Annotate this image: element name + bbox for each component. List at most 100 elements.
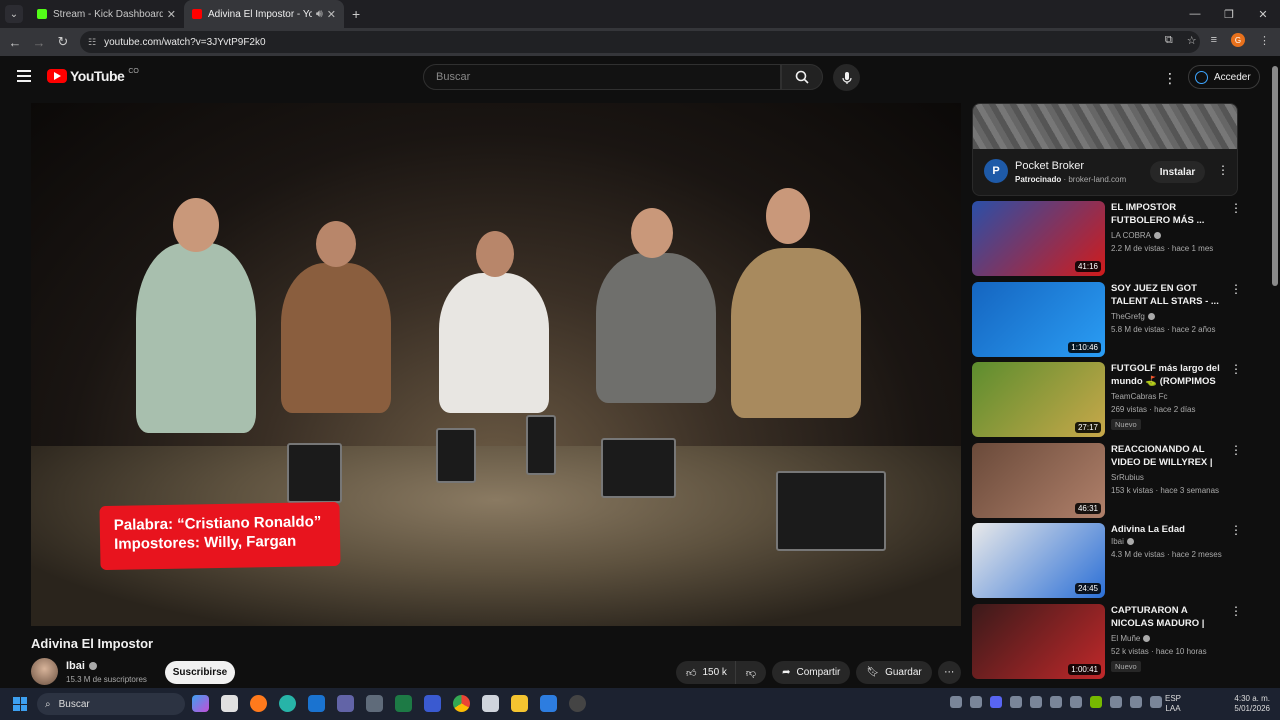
recommendation-item[interactable]: 46:31 REACCIONANDO AL VIDEO DE WILLYREX |… (972, 442, 1242, 519)
channel-avatar[interactable] (31, 658, 58, 685)
recommendation-channel[interactable]: TheGrefg (1111, 312, 1155, 321)
discord-icon[interactable] (990, 696, 1002, 708)
recommendation-title[interactable]: REACCIONANDO AL VIDEO DE WILLYREX | ... (1111, 443, 1221, 469)
edge-icon[interactable] (279, 695, 296, 712)
restore-icon[interactable]: ❐ (1212, 8, 1246, 21)
tray-icon[interactable] (970, 696, 982, 708)
recommendation-channel[interactable]: SrRubius (1111, 473, 1144, 482)
recommendation-menu-icon[interactable]: ⋮ (1230, 362, 1242, 376)
window-close-icon[interactable]: ✕ (1246, 8, 1280, 21)
excel-icon[interactable] (395, 695, 412, 712)
firefox-icon[interactable] (250, 695, 267, 712)
tab-close-icon[interactable]: ✕ (327, 8, 336, 21)
video-thumbnail[interactable]: 46:31 (972, 442, 1105, 518)
forward-icon[interactable]: → (27, 35, 51, 50)
search-button[interactable] (781, 64, 823, 90)
recommendation-title[interactable]: Adivina La Edad (1111, 523, 1221, 536)
file-explorer-icon[interactable] (511, 695, 528, 712)
recommendation-menu-icon[interactable]: ⋮ (1230, 523, 1242, 537)
video-thumbnail[interactable]: 1:00:41 (972, 603, 1105, 679)
browser-menu-icon[interactable]: ⋮ (1259, 34, 1270, 47)
obs-icon[interactable] (569, 695, 586, 712)
tray-icon[interactable] (1050, 696, 1062, 708)
tab-search-icon[interactable]: ⌄ (5, 5, 23, 23)
subscribe-button[interactable]: Suscribirse (165, 661, 235, 684)
profile-avatar[interactable]: G (1231, 33, 1245, 47)
ad-menu-icon[interactable]: ⋮ (1217, 163, 1229, 177)
reload-icon[interactable]: ↻ (51, 34, 75, 50)
scrollbar-thumb[interactable] (1272, 66, 1278, 286)
app-icon[interactable] (482, 695, 499, 712)
video-thumbnail[interactable]: 1:10:46 (972, 281, 1105, 357)
recommendation-item[interactable]: 27:17 FUTGOLF más largo del mundo ⛳ (ROMP… (972, 362, 1242, 438)
url-field[interactable]: ☷ youtube.com/watch?v=3JYvtP9F2k0 (80, 31, 1200, 53)
recommendation-item[interactable]: 24:45 Adivina La Edad Ibai 4.3 M de vistas … (972, 523, 1242, 599)
settings-menu-icon[interactable]: ⋮ (1163, 70, 1177, 87)
tray-icon[interactable] (1030, 696, 1042, 708)
new-tab-icon[interactable]: + (352, 6, 360, 22)
calculator-icon[interactable] (366, 695, 383, 712)
language-indicator[interactable]: ESP LAA (1165, 694, 1181, 714)
video-thumbnail[interactable]: 24:45 (972, 523, 1105, 598)
nvidia-icon[interactable] (1090, 696, 1102, 708)
tray-icon[interactable] (1070, 696, 1082, 708)
install-app-icon[interactable]: ⧉ (1165, 34, 1173, 47)
more-actions-button[interactable]: ⋯ (937, 661, 961, 684)
app-icon[interactable] (540, 695, 557, 712)
windows-start-icon[interactable] (13, 697, 27, 711)
app-icon[interactable] (424, 695, 441, 712)
minimize-icon[interactable]: — (1178, 8, 1212, 20)
recommendation-item[interactable]: 1:00:41 CAPTURARON A NICOLAS MADURO | Rec… (972, 603, 1242, 680)
tray-icon[interactable] (1010, 696, 1022, 708)
video-thumbnail[interactable]: 27:17 (972, 362, 1105, 437)
hamburger-menu-icon[interactable] (17, 70, 31, 85)
sign-in-button[interactable]: Acceder (1188, 65, 1260, 89)
chrome-icon[interactable] (453, 695, 470, 712)
site-info-icon[interactable]: ☷ (88, 37, 96, 48)
tab-kick-dashboard[interactable]: Stream - Kick Dashboard ✕ (29, 0, 184, 28)
recommendation-title[interactable]: SOY JUEZ EN GOT TALENT ALL STARS - ... (1111, 282, 1221, 308)
recommendation-title[interactable]: FUTGOLF más largo del mundo ⛳ (ROMPIMOS … (1111, 362, 1221, 388)
recommendation-menu-icon[interactable]: ⋮ (1230, 604, 1242, 618)
media-controls-icon[interactable]: ≡ (1211, 34, 1217, 46)
video-thumbnail[interactable]: 41:16 (972, 201, 1105, 276)
back-icon[interactable]: ← (3, 35, 27, 50)
recommendation-channel[interactable]: LA COBRA (1111, 231, 1162, 240)
taskbar-clock[interactable]: 4:30 a. m. 5/01/2026 (1228, 694, 1270, 714)
sponsored-ad-card[interactable]: P Pocket Broker Patrocinado · broker-lan… (972, 103, 1238, 196)
channel-name[interactable]: Ibai (66, 660, 97, 672)
tray-icon[interactable] (1110, 696, 1122, 708)
volume-icon[interactable] (1150, 696, 1162, 708)
dislike-button[interactable]: 👎︎ (734, 661, 767, 684)
tray-icon[interactable] (950, 696, 962, 708)
recommendation-channel[interactable]: El Muñe (1111, 634, 1151, 643)
recommendation-menu-icon[interactable]: ⋮ (1230, 443, 1242, 457)
recommendation-menu-icon[interactable]: ⋮ (1230, 282, 1242, 296)
recommendation-item[interactable]: 1:10:46 SOY JUEZ EN GOT TALENT ALL STARS … (972, 281, 1242, 358)
like-button[interactable]: 👍︎ 150 k (676, 661, 735, 684)
teams-icon[interactable] (337, 695, 354, 712)
share-button[interactable]: ➦ Compartir (772, 661, 851, 684)
voice-search-button[interactable] (833, 64, 860, 91)
page-scrollbar[interactable] (1270, 56, 1280, 688)
recommendation-channel[interactable]: Ibai (1111, 537, 1134, 546)
store-icon[interactable] (221, 695, 238, 712)
copilot-icon[interactable] (192, 695, 209, 712)
taskbar-search[interactable]: ⌕ Buscar (37, 693, 185, 715)
tab-youtube-video[interactable]: Adivina El Impostor - YouTube 🔊︎ ✕ (184, 0, 344, 28)
recommendation-title[interactable]: EL IMPOSTOR FUTBOLERO MÁS ... (1111, 201, 1221, 227)
search-input[interactable]: Buscar (423, 64, 781, 90)
video-player[interactable]: Palabra: “Cristiano Ronaldo” Impostores:… (31, 103, 961, 626)
recommendation-menu-icon[interactable]: ⋮ (1230, 201, 1242, 215)
speaker-icon[interactable]: 🔊︎ (316, 8, 323, 21)
recommendation-title[interactable]: CAPTURARON A NICOLAS MADURO | Recuento, … (1111, 604, 1221, 630)
youtube-logo[interactable]: YouTube CO (47, 68, 139, 84)
outlook-icon[interactable] (308, 695, 325, 712)
tab-close-icon[interactable]: ✕ (167, 8, 176, 21)
bookmark-star-icon[interactable]: ☆ (1187, 34, 1197, 47)
wifi-icon[interactable] (1130, 696, 1142, 708)
save-button[interactable]: 🔖︎ Guardar (856, 661, 932, 684)
recommendation-item[interactable]: 41:16 EL IMPOSTOR FUTBOLERO MÁS ... LA COB… (972, 201, 1242, 277)
install-button[interactable]: Instalar (1150, 161, 1205, 183)
recommendation-channel[interactable]: TeamCabras Fc (1111, 392, 1167, 401)
